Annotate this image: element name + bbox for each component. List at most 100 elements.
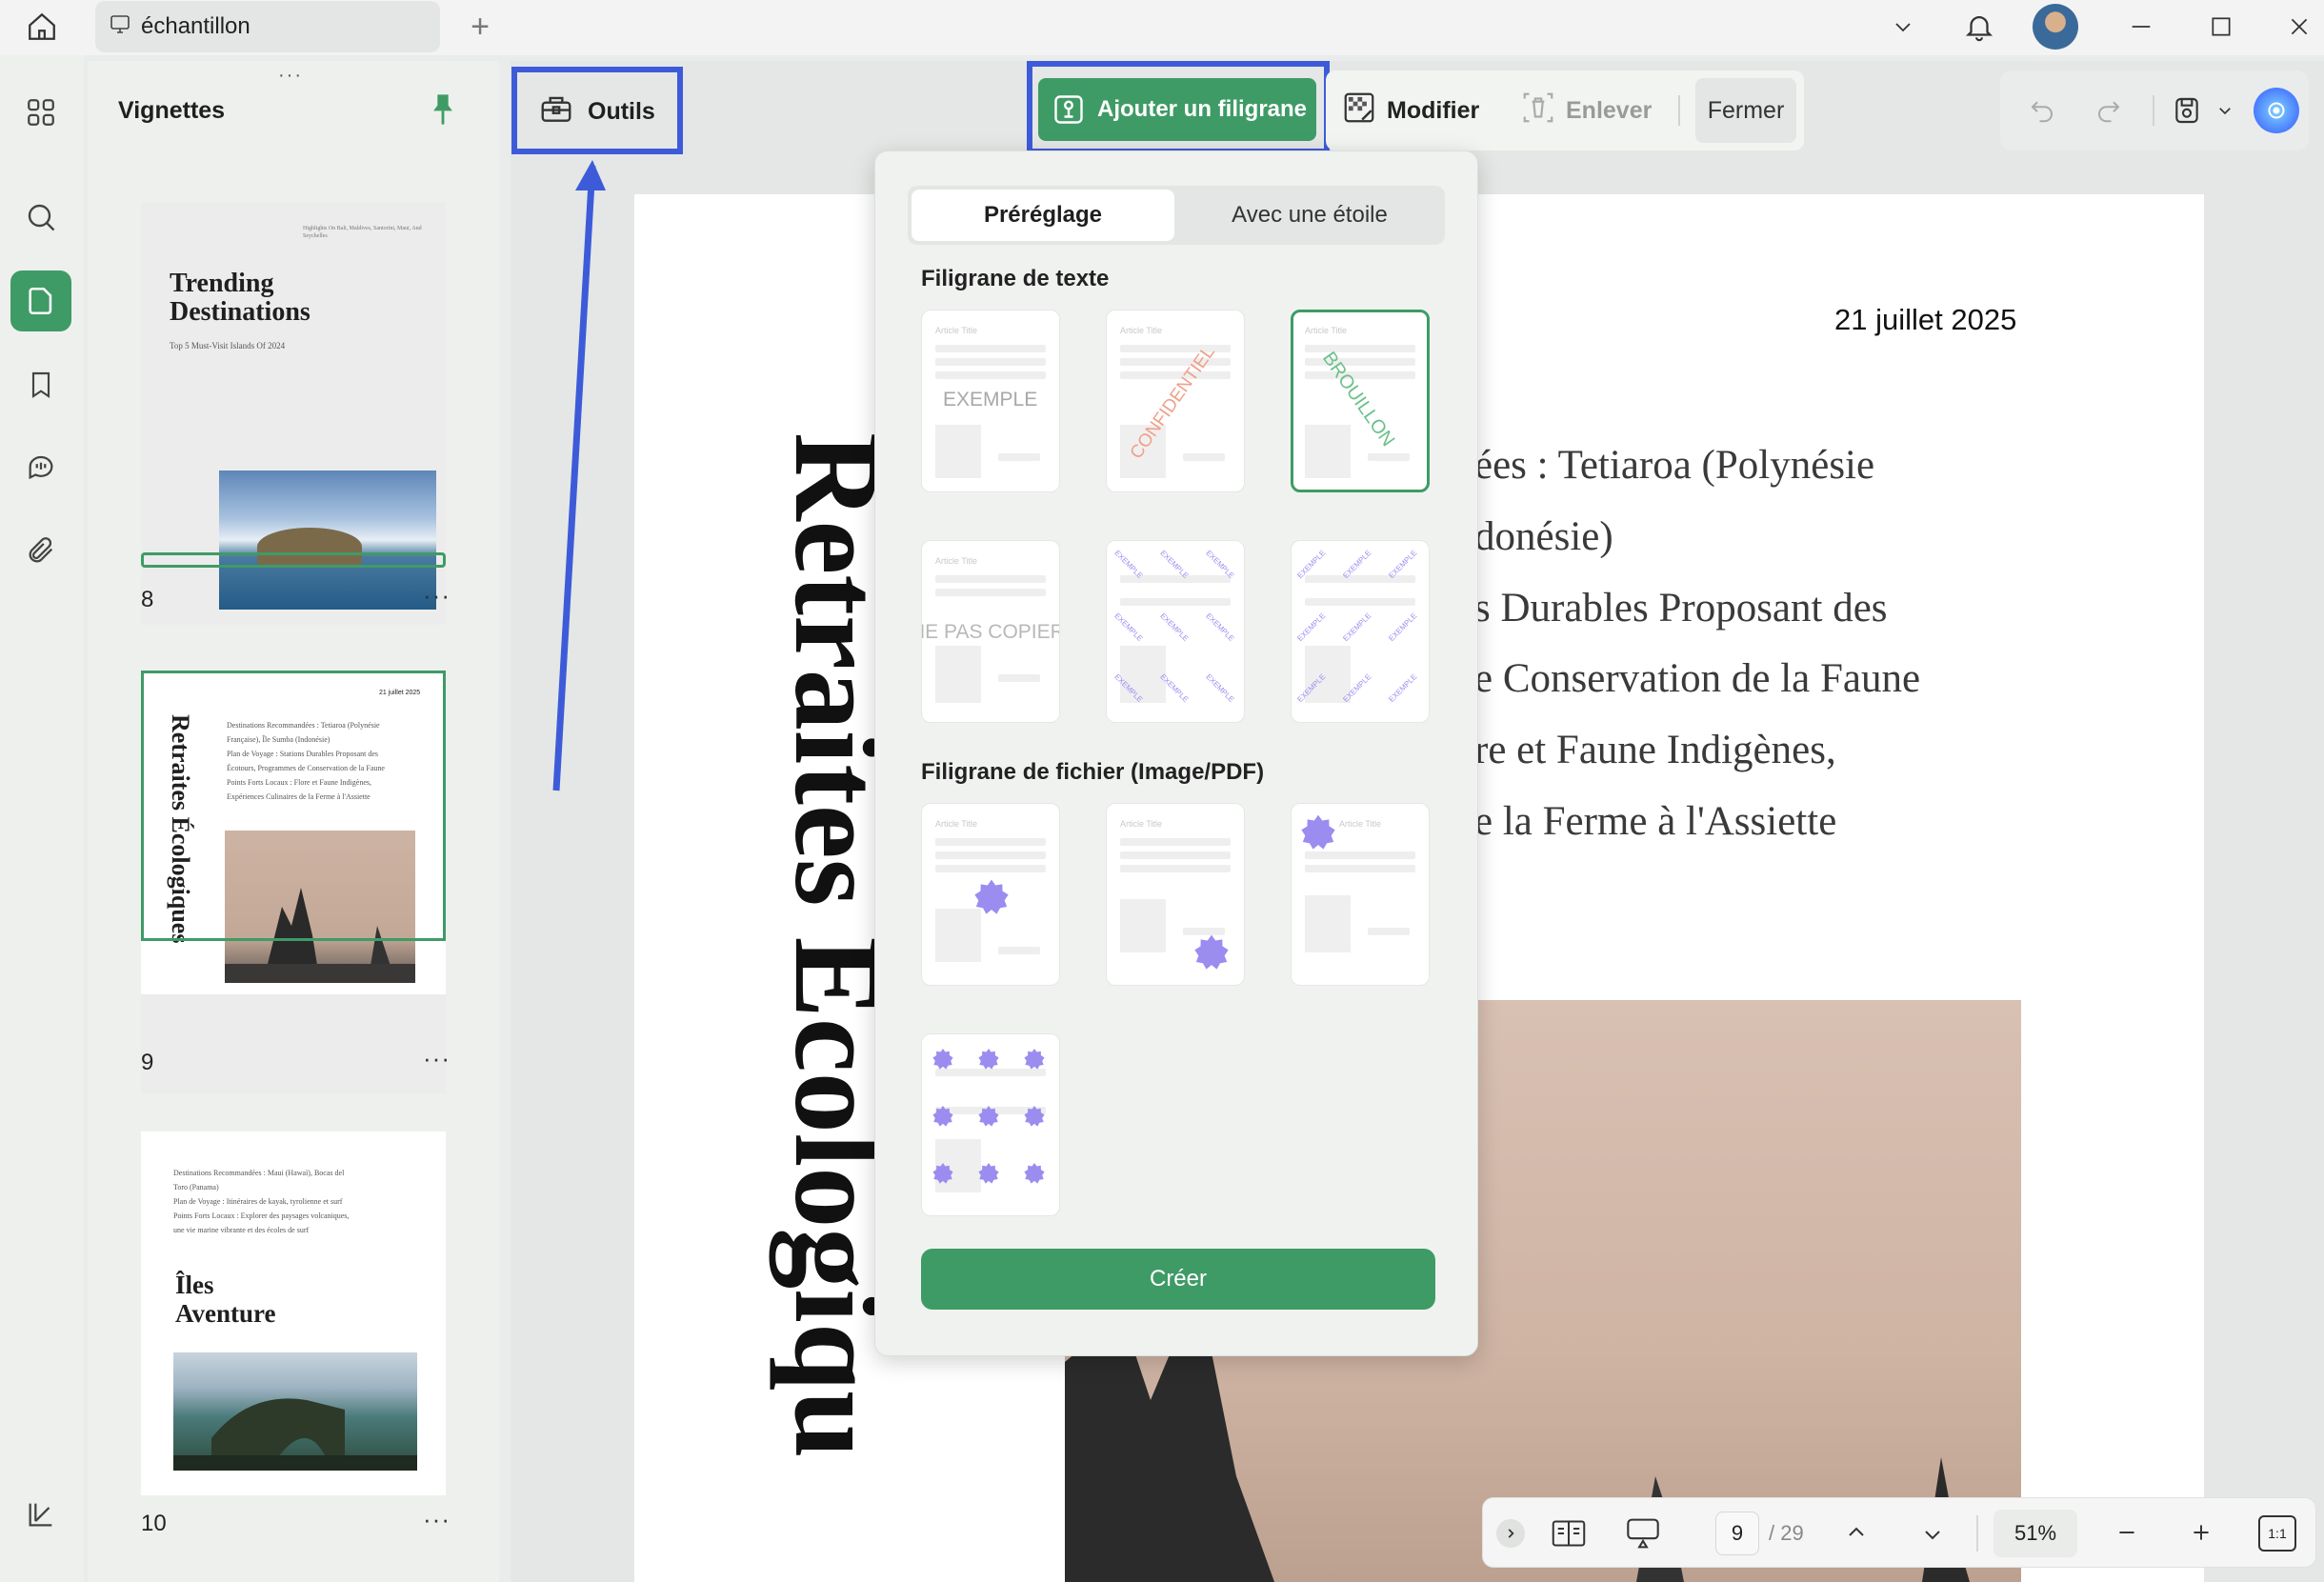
tab-starred[interactable]: Avec une étoile <box>1178 190 1441 241</box>
file-watermark-preset-bottom-right[interactable]: Article Title <box>1106 803 1245 986</box>
panel-drag-handle[interactable]: ··· <box>278 65 303 87</box>
actual-size-button[interactable]: 1:1 <box>2258 1515 2296 1552</box>
save-options-chevron-icon[interactable] <box>2212 95 2238 126</box>
thumbnails-panel: ··· Vignettes Highlights On Bali, Maldiv… <box>88 61 499 1582</box>
more-options-icon[interactable]: ··· <box>423 1505 451 1534</box>
close-window-icon[interactable] <box>2278 8 2320 46</box>
minimize-icon[interactable] <box>2120 8 2162 46</box>
star-pattern-icon <box>932 1049 1045 1184</box>
thumb-heading: Destinations <box>170 297 311 327</box>
watermark-sample-text: EXEMPLE <box>1341 611 1373 644</box>
history-save-group <box>2000 70 2309 150</box>
attachment-icon[interactable] <box>10 520 71 581</box>
page-number: 10 <box>141 1511 167 1536</box>
zoom-value: 51% <box>2013 1521 2057 1545</box>
tab-preset[interactable]: Préréglage <box>912 190 1174 241</box>
home-icon[interactable] <box>17 6 67 48</box>
text-watermark-preset[interactable]: Article Title NE PAS COPIER <box>921 540 1060 723</box>
file-watermark-preset-tiled[interactable] <box>921 1033 1060 1216</box>
pin-icon[interactable] <box>427 91 459 132</box>
add-watermark-button[interactable]: Ajouter un filigrane <box>1038 78 1316 141</box>
document-tab-title: échantillon <box>141 13 250 39</box>
document-line: re et Faune Indigènes, <box>1474 728 1836 772</box>
create-label: Créer <box>1149 1266 1207 1292</box>
more-options-icon[interactable]: ··· <box>423 581 451 611</box>
page-number-input[interactable]: 9 <box>1715 1512 1759 1555</box>
thumbnails-icon[interactable] <box>10 270 71 331</box>
card-placeholder-title: Article Title <box>935 819 978 829</box>
previous-page-icon[interactable] <box>1837 1513 1875 1552</box>
thumb-small-text: Highlights On Bali, Maldives, Santorini,… <box>303 226 422 239</box>
undo-icon[interactable] <box>2021 90 2063 131</box>
document-date: 21 juillet 2025 <box>1834 303 2017 336</box>
modify-button[interactable]: Modifier <box>1341 70 1479 150</box>
more-options-icon[interactable]: ··· <box>423 1044 451 1073</box>
watermark-sample-text: EXEMPLE <box>1204 611 1236 644</box>
watermark-sample-text: EXEMPLE <box>1112 611 1145 644</box>
text-watermark-heading: Filigrane de texte <box>921 266 1110 291</box>
outils-label: Outils <box>588 97 655 125</box>
file-watermark-preset-top-left[interactable]: Article Title <box>1291 803 1430 986</box>
toolbar-divider <box>1976 1515 1978 1552</box>
selected-thumbnail-frame <box>141 671 446 941</box>
document-line: s Durables Proposant des <box>1474 586 1888 631</box>
text-watermark-preset-selected[interactable]: Article Title BROUILLON <box>1291 310 1430 492</box>
watermark-sample-text: EXEMPLE <box>1387 671 1419 705</box>
avatar[interactable] <box>2033 4 2078 50</box>
current-page: 9 <box>1731 1521 1744 1545</box>
maximize-icon[interactable] <box>2200 8 2242 46</box>
text-watermark-preset[interactable]: Article Title CONFIDENTIEL <box>1106 310 1245 492</box>
file-watermark-preset-center[interactable]: Article Title <box>921 803 1060 986</box>
text-watermark-preset[interactable]: Article Title EXEMPLE <box>921 310 1060 492</box>
chevron-down-icon[interactable] <box>1884 8 1922 46</box>
text-watermark-preset[interactable]: EXEMPLE EXEMPLE EXEMPLE EXEMPLE EXEMPLE … <box>1106 540 1245 723</box>
watermark-sample-text: EXEMPLE <box>1387 611 1419 644</box>
star-badge-icon <box>974 879 1009 914</box>
document-tab[interactable]: échantillon <box>95 1 440 52</box>
zoom-level[interactable]: 51% <box>1993 1510 2077 1557</box>
watermark-sample-text: EXEMPLE <box>943 389 1038 411</box>
remove-label: Enlever <box>1566 96 1653 124</box>
card-placeholder-title: Article Title <box>1120 819 1163 829</box>
tab-starred-label: Avec une étoile <box>1232 202 1388 228</box>
text-watermark-preset[interactable]: EXEMPLE EXEMPLE EXEMPLE EXEMPLE EXEMPLE … <box>1291 540 1430 723</box>
toolbar-divider <box>2153 95 2154 126</box>
close-label: Fermer <box>1707 96 1785 124</box>
next-page-icon[interactable] <box>1913 1515 1952 1553</box>
remove-button[interactable]: Enlever <box>1520 70 1652 150</box>
bookmark-icon[interactable] <box>10 354 71 415</box>
bell-icon[interactable] <box>1958 4 2000 50</box>
modify-label: Modifier <box>1387 96 1480 124</box>
thumb-line: Points Forts Locaux : Explorer des paysa… <box>173 1212 350 1220</box>
toolbox-icon <box>538 90 574 133</box>
outils-button[interactable]: Outils <box>538 86 655 137</box>
toolbar-divider <box>1678 95 1680 126</box>
page-number: 8 <box>141 587 154 612</box>
apps-grid-icon[interactable] <box>10 82 71 143</box>
create-button[interactable]: Créer <box>921 1249 1435 1310</box>
expand-toolbar-icon[interactable] <box>1496 1519 1525 1548</box>
tab-preset-label: Préréglage <box>983 202 1103 228</box>
annotation-arrow <box>552 160 606 791</box>
ai-assistant-icon[interactable] <box>2254 88 2299 133</box>
actual-size-label: 1:1 <box>2268 1526 2287 1541</box>
card-placeholder-title: Article Title <box>935 326 978 335</box>
zoom-in-icon[interactable] <box>2182 1513 2220 1552</box>
watermark-sample-text: EXEMPLE <box>1295 611 1328 644</box>
library-icon[interactable] <box>10 1484 71 1545</box>
page-layout-icon[interactable] <box>1548 1513 1590 1553</box>
page-number: 9 <box>141 1050 154 1075</box>
new-tab-icon[interactable]: + <box>461 8 499 46</box>
watermark-sample-text: EXEMPLE <box>1158 611 1191 644</box>
zoom-out-icon[interactable] <box>2108 1513 2146 1552</box>
card-placeholder-title: Article Title <box>1339 819 1382 829</box>
redo-icon[interactable] <box>2088 90 2130 131</box>
save-icon[interactable] <box>2166 90 2208 131</box>
comment-icon[interactable] <box>10 436 71 497</box>
star-badge-icon <box>1301 814 1335 850</box>
thumb-heading: Îles <box>175 1271 214 1299</box>
close-watermark-button[interactable]: Fermer <box>1695 78 1796 143</box>
presentation-icon[interactable] <box>1620 1513 1666 1553</box>
thumbnail-page-10[interactable]: Destinations Recommandées : Maui (Hawaï)… <box>141 1131 446 1495</box>
search-icon[interactable] <box>10 187 71 248</box>
